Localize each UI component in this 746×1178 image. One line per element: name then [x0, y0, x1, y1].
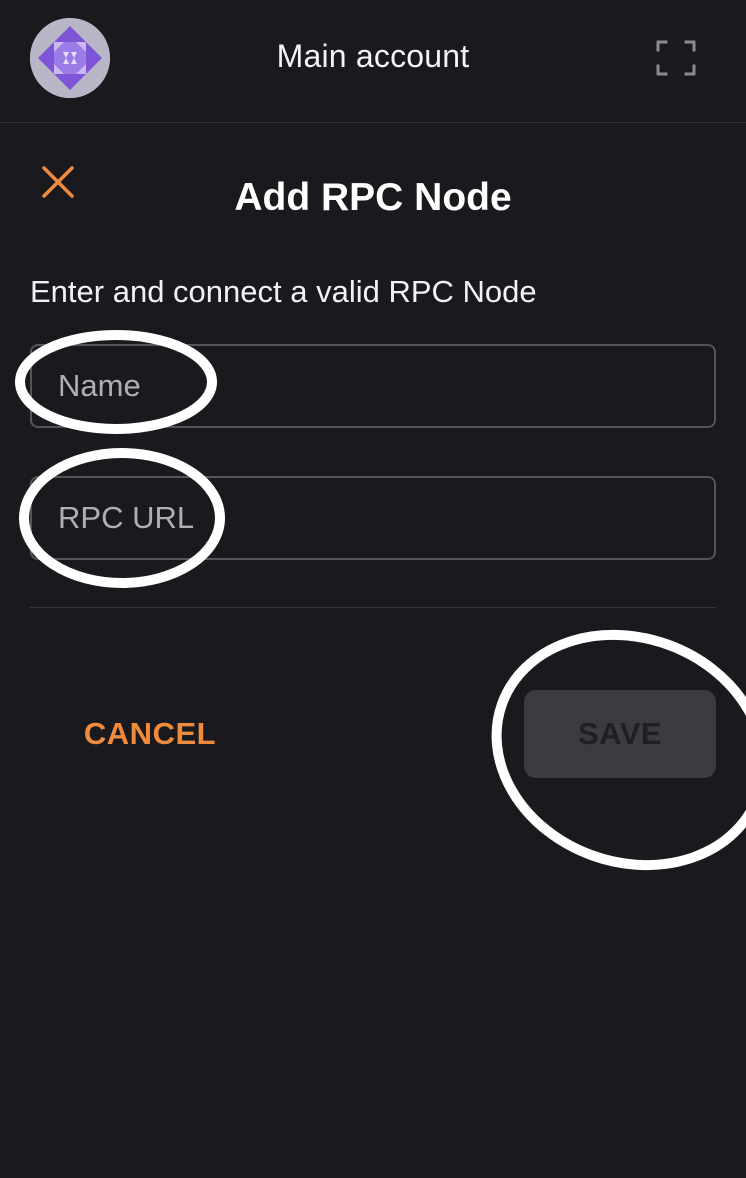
dialog-subtitle: Enter and connect a valid RPC Node	[30, 274, 537, 309]
account-name[interactable]: Main account	[0, 38, 746, 75]
expand-corners-icon	[656, 40, 696, 76]
name-input[interactable]	[30, 344, 716, 428]
save-button[interactable]: SAVE	[524, 690, 716, 778]
cancel-button[interactable]: CANCEL	[60, 690, 240, 778]
app-header: Main account	[0, 0, 746, 123]
dialog-title: Add RPC Node	[234, 176, 512, 219]
expand-button[interactable]	[654, 38, 698, 78]
divider	[30, 607, 716, 608]
rpc-url-input[interactable]	[30, 476, 716, 560]
